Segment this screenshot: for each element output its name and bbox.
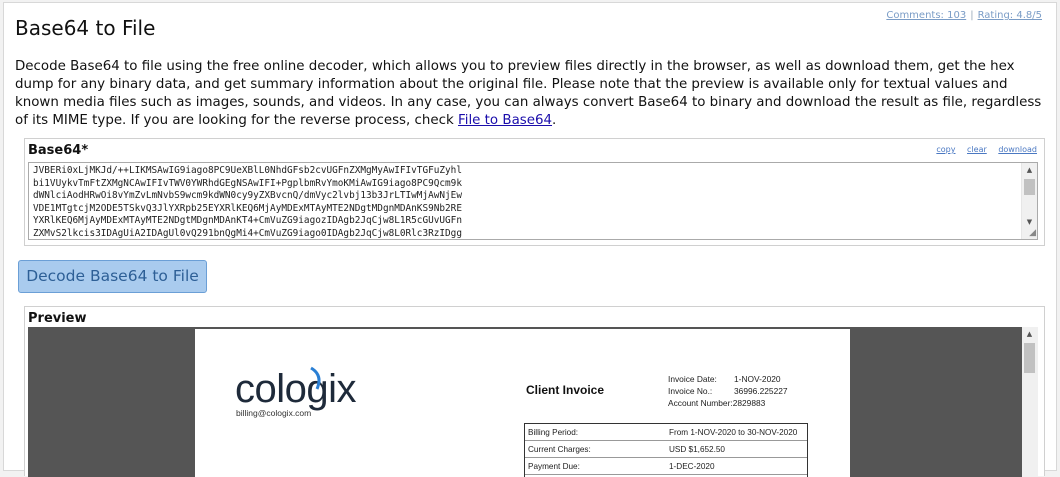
base64-textarea-content[interactable]: JVBERi0xLjMKJd/++LIKMSAwIG9iago8PC9UeXBl… (33, 165, 1018, 239)
comments-link[interactable]: Comments: 103 (886, 10, 966, 21)
decode-button[interactable]: Decode Base64 to File (18, 260, 207, 293)
base64-tools: copy clear download (927, 145, 1037, 154)
invoice-meta-row: Invoice Date: 1-NOV-2020 (668, 373, 788, 385)
billing-label: Payment Due: (528, 462, 580, 471)
base64-textarea[interactable]: JVBERi0xLjMKJd/++LIKMSAwIG9iago8PC9UeXBl… (28, 162, 1038, 240)
billing-row: Billing Period: From 1-NOV-2020 to 30-NOV… (525, 424, 807, 441)
meta-label: Account Number: (668, 398, 733, 408)
billing-label: Current Charges: (528, 445, 591, 454)
preview-scroll-thumb[interactable] (1024, 343, 1035, 373)
base64-line: dWNlciAodHRwOi8vYmZvLmNvbS9wcm9kdWN0cy9y… (33, 190, 462, 202)
base64-label: Base64* (28, 143, 89, 158)
meta-value: 36996.225227 (734, 386, 788, 396)
cologix-logo: cologix (235, 367, 357, 411)
preview-label: Preview (28, 311, 87, 326)
invoice-meta: Invoice Date: 1-NOV-2020 Invoice No.: 3699… (668, 373, 788, 409)
base64-line: bi1VUykvTmFtZXMgNCAwIFIvTWV0YWRhdGEgNSAw… (33, 177, 462, 189)
scroll-up-arrow-icon[interactable]: ▲ (1022, 327, 1037, 341)
base64-line: ZXMvS2lkcis3IDAgUiA2IDAgUl0vQ291bnQgMi4+… (33, 227, 462, 239)
billing-row: Payment Due: 1-DEC-2020 (525, 458, 807, 475)
scroll-down-arrow-icon[interactable]: ▼ (1022, 215, 1037, 229)
base64-panel: Base64* copy clear download JVBERi0xLjMK… (24, 138, 1045, 246)
clear-link[interactable]: clear (967, 145, 987, 154)
page-meta: Comments: 103 | Rating: 4.8/5 (886, 10, 1042, 21)
billing-email: billing@cologix.com (236, 408, 312, 418)
billing-value: From 1-NOV-2020 to 30-NOV-2020 (669, 428, 798, 437)
billing-table: Billing Period: From 1-NOV-2020 to 30-NOV… (524, 423, 808, 477)
resize-handle-icon[interactable]: ◢ (1026, 228, 1036, 238)
preview-panel: Preview cologix billing@cologix.com Clie… (24, 306, 1045, 477)
file-to-base64-link[interactable]: File to Base64 (458, 113, 552, 128)
meta-separator: | (970, 10, 974, 21)
logo-arc-icon (310, 366, 321, 390)
invoice-meta-row: Invoice No.: 36996.225227 (668, 385, 788, 397)
billing-row: Current Charges: USD $1,652.50 (525, 441, 807, 458)
preview-viewer[interactable]: cologix billing@cologix.com Client Invoi… (28, 327, 1038, 477)
base64-line: JVBERi0xLjMKJd/++LIKMSAwIG9iago8PC9UeXBl… (33, 165, 462, 176)
billing-label: Billing Period: (528, 428, 579, 437)
textarea-scroll-thumb[interactable] (1024, 179, 1035, 195)
preview-scrollbar[interactable]: ▲ (1022, 327, 1038, 477)
billing-value: 1-DEC-2020 (669, 462, 715, 471)
invoice-meta-row: Account Number: 2829883 (668, 397, 788, 409)
page-container: Comments: 103 | Rating: 4.8/5 Base64 to Fi… (3, 2, 1057, 477)
meta-label: Invoice Date: (668, 374, 717, 384)
base64-line: VDE1MTgtcjM2ODE5TSkvQ3JlYXRpb25EYXRlKEQ6… (33, 202, 462, 214)
base64-line: YXRlKEQ6MjAyMDExMTAyMTE2NDgtMDgnMDAnKT4+… (33, 215, 462, 227)
copy-link[interactable]: copy (936, 145, 955, 154)
description-end: . (552, 113, 557, 128)
page-description: Decode Base64 to file using the free onl… (15, 58, 1047, 130)
logo-text-x: x (336, 367, 357, 411)
meta-label: Invoice No.: (668, 386, 713, 396)
billing-value: USD $1,652.50 (669, 445, 725, 454)
invoice-title: Client Invoice (526, 383, 605, 397)
meta-value: 1-NOV-2020 (734, 374, 781, 384)
download-link[interactable]: download (998, 145, 1037, 154)
meta-value: 2829883 (732, 398, 766, 408)
invoice-document: cologix billing@cologix.com Client Invoi… (195, 329, 850, 477)
rating-link[interactable]: Rating: 4.8/5 (978, 10, 1042, 21)
scroll-up-arrow-icon[interactable]: ▲ (1022, 163, 1037, 177)
page-title: Base64 to File (15, 16, 156, 40)
